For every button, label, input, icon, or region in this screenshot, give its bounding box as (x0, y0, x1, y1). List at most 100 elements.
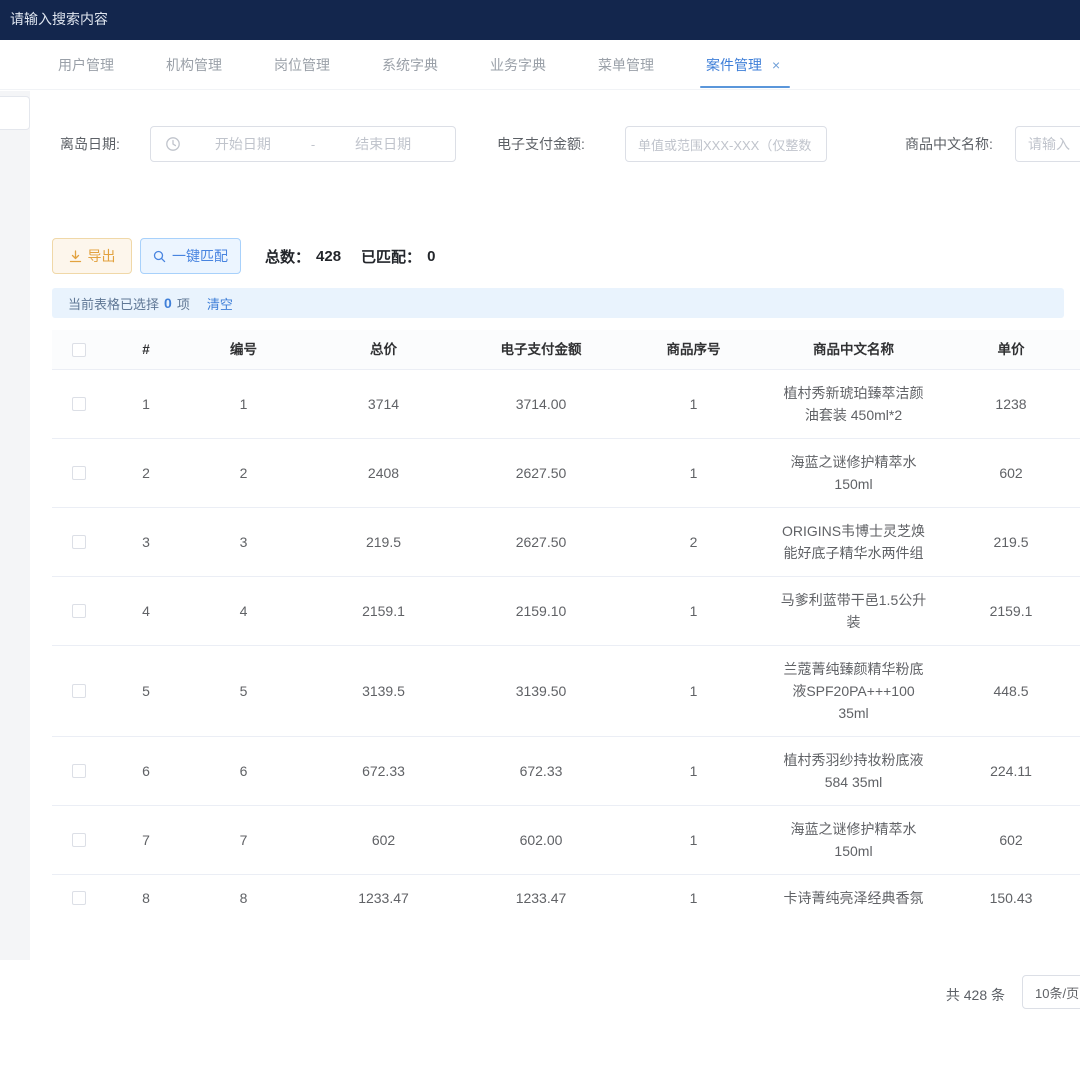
cell-total-price: 219.5 (301, 519, 466, 565)
cell-unit-price: 219.5 (936, 519, 1080, 565)
cell-total-price: 2159.1 (301, 588, 466, 634)
tab-item-1[interactable]: 机构管理 (166, 40, 222, 90)
cell-index: 5 (106, 668, 186, 714)
data-table: # 编号 总价 电子支付金额 商品序号 商品中文名称 单价 1 1 3 7 1 4 3… (52, 330, 1080, 907)
cell-epay-amount: 2159.10 (466, 588, 616, 634)
cell-unit-price: 1238 (936, 381, 1080, 427)
amount-input[interactable]: 单值或范围XXX-XXX（仅整数 (625, 126, 827, 162)
cell-code: 2 (186, 450, 301, 496)
tab-label: 案件管理 (706, 55, 762, 75)
selection-info-bar: 当前表格已选择 0 项 清空 (52, 288, 1064, 318)
end-date-placeholder[interactable]: 结束日期 (321, 134, 445, 154)
cell-product-seq: 1 (616, 748, 771, 794)
cell-code: 1 (186, 381, 301, 427)
header-code: 编号 (186, 339, 301, 361)
row-checkbox[interactable] (72, 535, 86, 549)
header-total-price: 总价 (301, 339, 466, 361)
selection-prefix: 当前表格已选择 (68, 294, 159, 313)
tab-label: 系统字典 (382, 55, 438, 75)
cell-index: 8 (106, 875, 186, 907)
cell-index: 1 (106, 381, 186, 427)
cell-product-seq: 1 (616, 875, 771, 907)
selection-suffix: 项 (177, 294, 190, 313)
download-icon (69, 250, 82, 263)
cell-unit-price: 224.11 (936, 748, 1080, 794)
cell-total-price: 3139.5 (301, 668, 466, 714)
row-checkbox[interactable] (72, 466, 86, 480)
top-bar: 请输入搜索内容 (0, 0, 1080, 40)
cell-product-name: 卡诗菁纯亮泽经典香氛 (771, 875, 936, 907)
total-value: 428 (316, 248, 341, 265)
tab-close-icon[interactable]: × (772, 57, 780, 73)
cell-code: 3 (186, 519, 301, 565)
collapse-panel-stub[interactable] (0, 96, 30, 130)
table-row: 4 4 2159.1 2159.10 1 马爹利蓝带干邑1.5公升装 2159.… (52, 577, 1080, 646)
cell-unit-price: 2159.1 (936, 588, 1080, 634)
cell-product-seq: 1 (616, 817, 771, 863)
tab-item-5[interactable]: 菜单管理 (598, 40, 654, 90)
page-size-select[interactable]: 10条/页 (1022, 975, 1080, 1009)
cell-product-seq: 1 (616, 668, 771, 714)
cell-code: 5 (186, 668, 301, 714)
cell-product-seq: 1 (616, 381, 771, 427)
tab-label: 菜单管理 (598, 55, 654, 75)
start-date-placeholder[interactable]: 开始日期 (181, 134, 305, 154)
date-separator: - (305, 137, 321, 152)
left-gutter (0, 91, 30, 960)
cell-product-name: 兰蔻菁纯臻颜精华粉底液SPF20PA+++100 35ml (771, 646, 936, 736)
row-checkbox[interactable] (72, 833, 86, 847)
product-name-input[interactable]: 请输入 (1015, 126, 1080, 162)
cell-epay-amount: 3139.50 (466, 668, 616, 714)
match-button-label: 一键匹配 (172, 246, 228, 266)
cell-product-name: 海蓝之谜修护精萃水 150ml (771, 439, 936, 507)
cell-unit-price: 602 (936, 450, 1080, 496)
cell-product-seq: 1 (616, 588, 771, 634)
cell-total-price: 2408 (301, 450, 466, 496)
export-button[interactable]: 导出 (52, 238, 132, 274)
row-checkbox[interactable] (72, 891, 86, 905)
tab-label: 用户管理 (58, 55, 114, 75)
cell-unit-price: 150.43 (936, 875, 1080, 907)
amount-filter-label: 电子支付金额: (497, 126, 585, 162)
header-product-seq: 商品序号 (616, 339, 771, 361)
cell-code: 4 (186, 588, 301, 634)
header-epay-amount: 电子支付金额 (466, 339, 616, 361)
tab-label: 机构管理 (166, 55, 222, 75)
select-all-checkbox[interactable] (72, 343, 86, 357)
cell-product-seq: 2 (616, 519, 771, 565)
selection-count: 0 (164, 295, 172, 311)
row-checkbox[interactable] (72, 684, 86, 698)
cell-unit-price: 602 (936, 817, 1080, 863)
tab-item-6[interactable]: 案件管理 × (706, 40, 780, 90)
clock-icon (165, 136, 181, 152)
cell-total-price: 602 (301, 817, 466, 863)
global-search-input[interactable]: 请输入搜索内容 (10, 9, 108, 29)
cell-index: 4 (106, 588, 186, 634)
cell-index: 3 (106, 519, 186, 565)
tab-item-2[interactable]: 岗位管理 (274, 40, 330, 90)
cell-product-name: ORIGINS韦博士灵芝焕能好底子精华水两件组 (771, 508, 936, 576)
clear-selection-link[interactable]: 清空 (207, 294, 233, 313)
row-checkbox[interactable] (72, 764, 86, 778)
cell-epay-amount: 2627.50 (466, 450, 616, 496)
tab-label: 岗位管理 (274, 55, 330, 75)
cell-index: 7 (106, 817, 186, 863)
cell-total-price: 672.33 (301, 748, 466, 794)
date-range-input[interactable]: 开始日期 - 结束日期 (150, 126, 456, 162)
row-checkbox[interactable] (72, 397, 86, 411)
one-click-match-button[interactable]: 一键匹配 (140, 238, 241, 274)
pagination-total: 共 428 条 (880, 978, 1005, 1012)
table-row: 6 6 672.33 672.33 1 植村秀羽纱持妆粉底液 584 35ml … (52, 737, 1080, 806)
cell-product-name: 马爹利蓝带干邑1.5公升装 (771, 577, 936, 645)
cell-code: 6 (186, 748, 301, 794)
cell-total-price: 1233.47 (301, 875, 466, 907)
table-row: 8 8 1233.47 1233.47 1 卡诗菁纯亮泽经典香氛 150.43 (52, 875, 1080, 907)
tab-item-4[interactable]: 业务字典 (490, 40, 546, 90)
table-header-row: # 编号 总价 电子支付金额 商品序号 商品中文名称 单价 (52, 330, 1080, 370)
table-body: 1 1 3714 3714.00 1 植村秀新琥珀臻萃洁颜油套装 450ml*2… (52, 370, 1080, 907)
tab-item-0[interactable]: 用户管理 (58, 40, 114, 90)
row-checkbox[interactable] (72, 604, 86, 618)
tab-item-3[interactable]: 系统字典 (382, 40, 438, 90)
cell-epay-amount: 672.33 (466, 748, 616, 794)
cell-code: 7 (186, 817, 301, 863)
